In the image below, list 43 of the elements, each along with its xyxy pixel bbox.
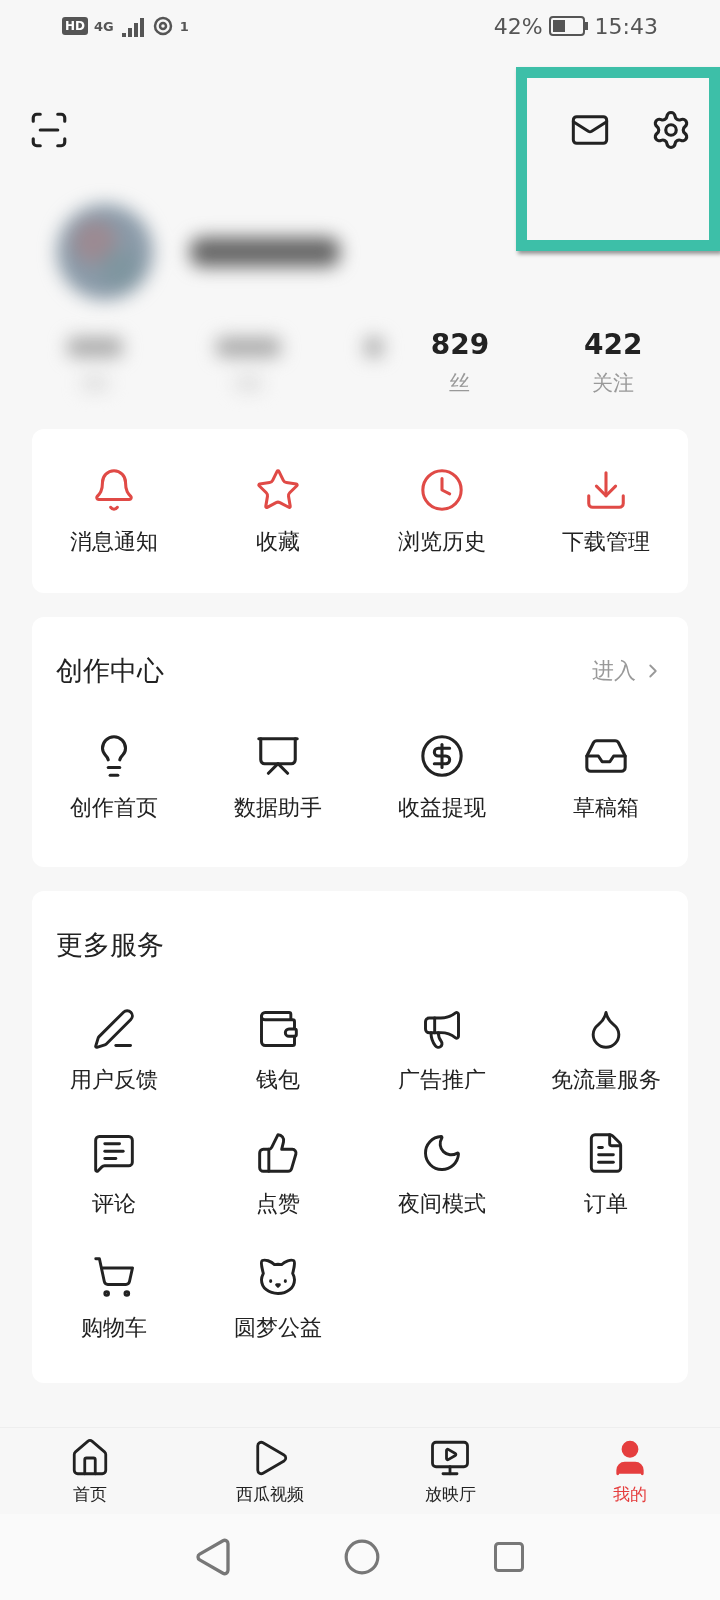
service-label[interactable]: 点赞 (256, 1189, 300, 1219)
battery-percent: 42% (493, 13, 543, 39)
service-label[interactable]: 草稿箱 (573, 793, 639, 823)
hd-indicator: HD (62, 17, 88, 35)
service-label[interactable]: 夜间模式 (398, 1189, 486, 1219)
service-label[interactable]: 订单 (584, 1189, 628, 1219)
section-title: 创作中心 (56, 654, 164, 688)
shortcut-label[interactable]: 消息通知 (70, 527, 158, 557)
service-label[interactable]: 圆梦公益 (234, 1313, 322, 1343)
pen-icon[interactable] (92, 1007, 136, 1051)
service-label[interactable]: 购物车 (81, 1313, 147, 1343)
network-type: 4G (94, 18, 114, 34)
battery-icon (548, 16, 589, 36)
cart-icon[interactable] (92, 1255, 136, 1299)
service-label[interactable]: 创作首页 (70, 793, 158, 823)
stat-label: 关注 (592, 369, 635, 397)
service-label[interactable]: 数据助手 (234, 793, 322, 823)
home-button-icon[interactable] (343, 1538, 381, 1576)
service-label[interactable]: 收益提现 (398, 793, 486, 823)
service-label[interactable]: 广告推广 (398, 1065, 486, 1095)
stat-count: 422 (584, 327, 643, 361)
nav-tab[interactable]: 首页 (0, 1428, 180, 1514)
shortcut-label[interactable]: 收藏 (256, 527, 300, 557)
nav-tab[interactable]: 放映厅 (360, 1428, 540, 1514)
service-label[interactable]: 用户反馈 (70, 1065, 158, 1095)
back-icon[interactable] (193, 1537, 233, 1577)
service-label[interactable]: 评论 (92, 1189, 136, 1219)
nav-tab[interactable]: 我的 (540, 1428, 720, 1514)
clock-icon[interactable] (419, 467, 465, 513)
shortcut-label[interactable]: 浏览历史 (398, 527, 486, 557)
recents-icon[interactable] (491, 1539, 527, 1575)
stat-count: 829 (430, 327, 490, 361)
signal-icon (119, 15, 146, 37)
clock-time: 15:43 (594, 13, 658, 39)
shortcut-label[interactable]: 下载管理 (562, 527, 650, 557)
nav-tab[interactable]: 西瓜视频 (180, 1428, 360, 1514)
hotspot-icon (151, 15, 174, 37)
stat-label: 丝 (449, 369, 471, 397)
service-label[interactable]: 钱包 (256, 1065, 300, 1095)
section-title: 更多服务 (56, 928, 164, 962)
thumbs-up-icon[interactable] (256, 1131, 300, 1175)
service-label[interactable]: 免流量服务 (551, 1065, 661, 1095)
hotspot-count: 1 (179, 18, 189, 34)
